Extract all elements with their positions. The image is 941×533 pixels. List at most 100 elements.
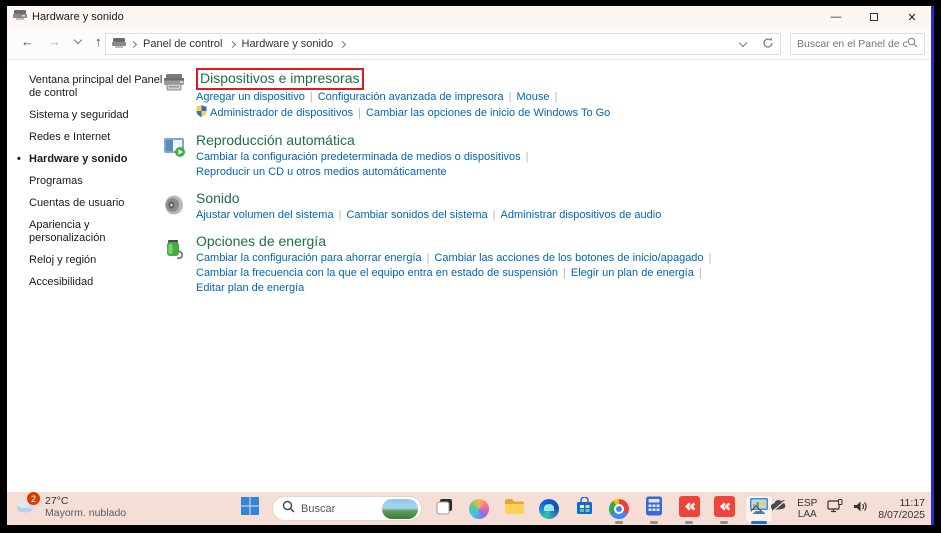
section-title[interactable]: Reproducción automática <box>196 132 355 149</box>
task-link[interactable]: Reproducir un CD u otros medios automáti… <box>196 166 447 178</box>
breadcrumb-separator-icon <box>130 40 137 47</box>
task-view-button[interactable] <box>431 496 457 522</box>
section-title-wrap: Reproducción automática <box>196 132 722 150</box>
taskbar-search[interactable]: Buscar <box>272 496 422 521</box>
sidebar-item-5[interactable]: Programas <box>29 175 164 188</box>
sidebar-item-2[interactable]: Sistema y seguridad <box>29 109 164 122</box>
network-ethernet-icon[interactable] <box>827 499 843 518</box>
volume-icon[interactable] <box>853 500 868 518</box>
weather-badge: 2 <box>27 492 40 505</box>
close-button[interactable]: ✕ <box>893 6 931 28</box>
navigation-toolbar: ← → ↑ Panel de control Hardware y sonido <box>7 28 931 60</box>
file-explorer-button[interactable] <box>501 496 527 522</box>
sidebar-item-3[interactable]: Redes e Internet <box>29 131 164 144</box>
task-link[interactable]: Cambiar la frecuencia con la que el equi… <box>196 267 558 279</box>
anydesk-button-1[interactable] <box>676 496 702 522</box>
address-bar[interactable]: Panel de control Hardware y sonido <box>105 33 781 55</box>
breadcrumb-hardware-y-sonido[interactable]: Hardware y sonido <box>242 38 334 50</box>
forward-button[interactable]: → <box>48 34 61 49</box>
search-box[interactable] <box>790 33 925 55</box>
start-button[interactable] <box>237 496 263 522</box>
calculator-button[interactable] <box>641 496 667 522</box>
speaker-icon <box>162 190 188 223</box>
category-section: Reproducción automática Cambiar la config… <box>162 132 722 180</box>
anydesk-icon <box>714 496 735 522</box>
store-button[interactable] <box>571 496 597 522</box>
section-title[interactable]: Dispositivos e impresoras <box>200 70 360 87</box>
task-link[interactable]: Mouse <box>516 91 549 103</box>
sidebar-item-9[interactable]: Accesibilidad <box>29 276 164 289</box>
section-title[interactable]: Sonido <box>196 190 240 207</box>
recent-pages-chevron-icon[interactable] <box>74 36 82 44</box>
breadcrumb-separator-icon[interactable] <box>339 40 346 47</box>
breadcrumb-separator-icon <box>228 40 235 47</box>
task-link[interactable]: Cambiar las opciones de inicio de Window… <box>366 107 610 119</box>
link-separator: | <box>493 209 496 221</box>
task-link-row: Ajustar volumen del sistema | Cambiar soni… <box>196 208 722 223</box>
section-body: Reproducción automática Cambiar la config… <box>196 132 722 180</box>
task-link[interactable]: Elegir un plan de energía <box>571 267 694 279</box>
control-panel-breadcrumb-icon <box>112 37 126 52</box>
sidebar-item-8[interactable]: Reloj y región <box>29 254 164 267</box>
system-tray: ESP LAA 11:17 8/07/2025 <box>752 492 925 525</box>
link-separator: | <box>509 91 512 103</box>
link-separator: | <box>709 252 712 264</box>
sidebar-item-1[interactable]: Ventana principal del Panel de control <box>29 74 164 100</box>
minimize-button[interactable]: — <box>817 6 855 28</box>
weather-widget[interactable]: 2 27°C Mayorm. nublado <box>15 495 126 519</box>
section-body: Opciones de energía Cambiar la configurac… <box>196 233 722 296</box>
autoplay-icon <box>162 132 188 180</box>
breadcrumb-panel-de-control[interactable]: Panel de control <box>143 38 223 50</box>
taskbar-clock[interactable]: 11:17 8/07/2025 <box>878 497 925 521</box>
search-icon <box>282 500 295 518</box>
language-indicator[interactable]: ESP LAA <box>797 498 817 520</box>
maximize-button[interactable] <box>855 6 893 28</box>
window-titlebar: Hardware y sonido — ✕ <box>7 6 931 28</box>
back-button[interactable]: ← <box>21 34 34 49</box>
anydesk-button-2[interactable] <box>711 496 737 522</box>
task-link[interactable]: Configuración avanzada de impresora <box>318 91 504 103</box>
desktop-screen: Hardware y sonido — ✕ ← → ↑ Panel de con… <box>7 6 934 525</box>
window-title: Hardware y sonido <box>32 11 817 23</box>
task-link[interactable]: Agregar un dispositivo <box>196 91 305 103</box>
sidebar-item-4[interactable]: Hardware y sonido <box>29 153 164 166</box>
onedrive-offline-icon[interactable] <box>770 500 787 518</box>
sidebar-item-7[interactable]: Apariencia y personalización <box>29 219 164 245</box>
address-dropdown-chevron-icon[interactable] <box>739 39 747 47</box>
link-separator: | <box>563 267 566 279</box>
section-title[interactable]: Opciones de energía <box>196 233 326 250</box>
task-link[interactable]: Administrar dispositivos de audio <box>501 209 662 221</box>
category-section: Opciones de energía Cambiar la configurac… <box>162 233 722 296</box>
bing-daily-image[interactable] <box>382 499 418 519</box>
copilot-button[interactable] <box>466 496 492 522</box>
refresh-icon[interactable] <box>762 37 774 52</box>
search-icon[interactable] <box>907 35 918 53</box>
category-section: Dispositivos e impresoras Agregar un disp… <box>162 68 722 122</box>
task-link-row: Administrador de dispositivos|Cambiar la… <box>196 105 722 122</box>
search-input[interactable] <box>797 38 907 50</box>
task-link-row: Reproducir un CD u otros medios automáti… <box>196 165 722 180</box>
task-link[interactable]: Cambiar las acciones de los botones de i… <box>434 252 703 264</box>
task-link[interactable]: Editar plan de energía <box>196 282 304 294</box>
chrome-button[interactable] <box>606 496 632 522</box>
edge-button[interactable] <box>536 496 562 522</box>
printer-icon <box>162 68 188 122</box>
store-icon <box>575 497 594 521</box>
link-separator: | <box>310 91 313 103</box>
task-link[interactable]: Administrador de dispositivos <box>210 107 353 119</box>
section-body: Dispositivos e impresoras Agregar un disp… <box>196 68 722 122</box>
task-link[interactable]: Cambiar la configuración para ahorrar en… <box>196 252 422 264</box>
sidebar-item-6[interactable]: Cuentas de usuario <box>29 197 164 210</box>
battery-icon <box>162 233 188 296</box>
highlight-box: Dispositivos e impresoras <box>196 68 364 90</box>
tray-overflow-chevron-icon[interactable] <box>751 505 762 516</box>
task-link[interactable]: Cambiar la configuración predeterminada … <box>196 151 521 163</box>
task-link-row: Cambiar la configuración para ahorrar en… <box>196 251 722 266</box>
task-link[interactable]: Cambiar sonidos del sistema <box>346 209 487 221</box>
task-link[interactable]: Ajustar volumen del sistema <box>196 209 334 221</box>
taskbar: 2 27°C Mayorm. nublado Buscar ESP LAA <box>7 492 931 525</box>
folder-icon <box>504 498 525 520</box>
up-button[interactable]: ↑ <box>95 34 102 49</box>
uac-shield-icon <box>196 105 207 122</box>
task-link-row: Cambiar la configuración predeterminada … <box>196 150 722 165</box>
